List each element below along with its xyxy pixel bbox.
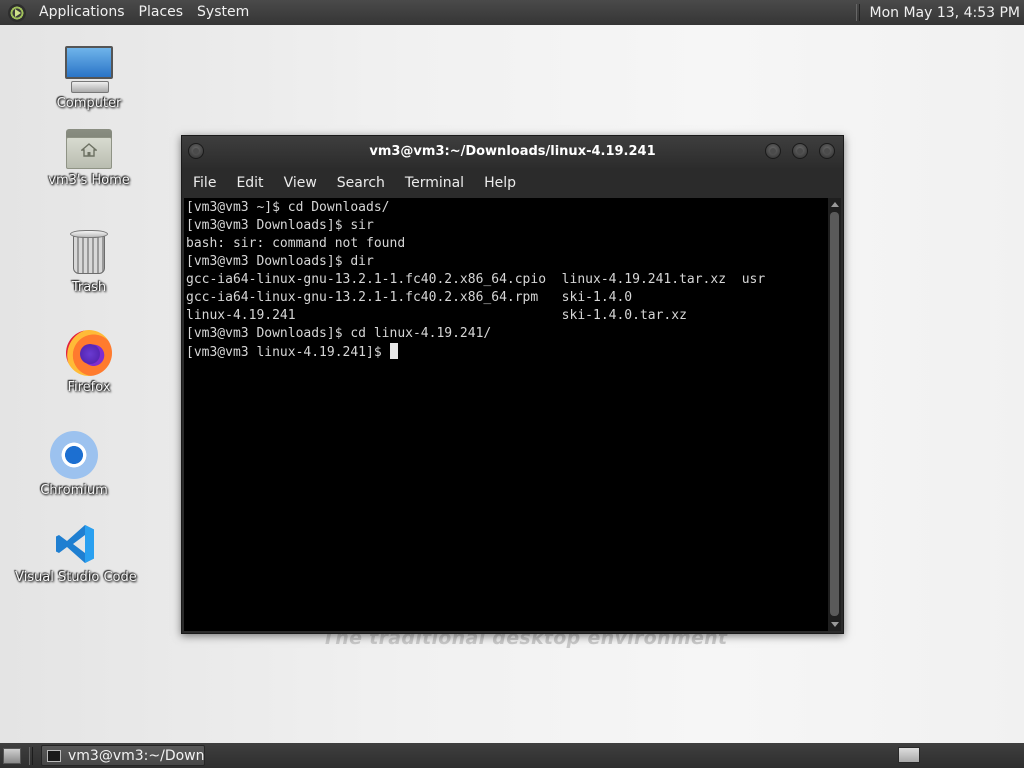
desktop-icon-label: Visual Studio Code [15, 570, 137, 585]
home-folder-icon [66, 129, 112, 169]
desktop-icon-home[interactable]: vm3's Home [29, 129, 149, 188]
terminal-line: [vm3@vm3 Downloads]$ sir [186, 218, 374, 233]
top-panel: Applications Places System Mon May 13, 4… [0, 0, 1024, 25]
menu-terminal[interactable]: Terminal [395, 168, 474, 198]
desktop-icon-label: vm3's Home [48, 173, 130, 188]
desktop-icon-chromium[interactable]: Chromium [14, 431, 134, 498]
desktop-icon-firefox[interactable]: Firefox [29, 330, 149, 395]
taskbar-terminal-button[interactable]: vm3@vm3:~/Downl... [41, 745, 205, 766]
menu-view[interactable]: View [274, 168, 327, 198]
desktop-icon-label: Firefox [67, 380, 111, 395]
terminal-menubar: File Edit View Search Terminal Help [182, 168, 843, 198]
workspace-switcher[interactable] [898, 747, 920, 763]
terminal-prompt-line: [vm3@vm3 linux-4.19.241]$ [186, 343, 398, 361]
close-icon[interactable] [819, 143, 835, 159]
terminal-output[interactable]: [vm3@vm3 ~]$ cd Downloads/ [vm3@vm3 Down… [184, 198, 828, 631]
bottom-panel: vm3@vm3:~/Downl... [0, 743, 1024, 768]
menu-search[interactable]: Search [327, 168, 395, 198]
vscode-icon [53, 522, 97, 566]
panel-separator [29, 746, 33, 765]
terminal-window[interactable]: vm3@vm3:~/Downloads/linux-4.19.241 File … [181, 135, 844, 634]
menu-logo-icon[interactable] [8, 3, 26, 22]
terminal-icon [47, 749, 61, 762]
terminal-line: bash: sir: command not found [186, 236, 406, 251]
show-desktop-icon[interactable] [3, 747, 21, 764]
terminal-line: linux-4.19.241 ski-1.4.0.tar.xz [186, 308, 687, 323]
terminal-line: gcc-ia64-linux-gnu-13.2.1-1.fc40.2.x86_6… [186, 290, 633, 305]
desktop-icon-label: Trash [71, 280, 107, 295]
taskbar-button-label: vm3@vm3:~/Downl... [68, 747, 205, 764]
menu-edit[interactable]: Edit [226, 168, 273, 198]
text-cursor [389, 343, 398, 359]
scrollbar[interactable] [828, 198, 841, 631]
window-title: vm3@vm3:~/Downloads/linux-4.19.241 [369, 144, 656, 159]
desktop-icon-vscode[interactable]: Visual Studio Code [15, 522, 137, 585]
minimize-icon[interactable] [765, 143, 781, 159]
scroll-up-icon[interactable] [831, 202, 839, 207]
chromium-icon [50, 431, 98, 479]
desktop-icon-label: Computer [56, 96, 122, 111]
terminal-prompt: [vm3@vm3 linux-4.19.241]$ [186, 345, 390, 360]
desktop-icon-trash[interactable]: Trash [29, 230, 149, 295]
firefox-icon [66, 330, 112, 376]
terminal-line: [vm3@vm3 Downloads]$ cd linux-4.19.241/ [186, 326, 492, 341]
scroll-thumb[interactable] [830, 212, 839, 616]
places-menu[interactable]: Places [132, 0, 191, 25]
menu-file[interactable]: File [182, 168, 226, 198]
terminal-line: gcc-ia64-linux-gnu-13.2.1-1.fc40.2.x86_6… [186, 272, 766, 287]
computer-icon [65, 46, 113, 93]
system-menu[interactable]: System [190, 0, 256, 25]
terminal-line: [vm3@vm3 ~]$ cd Downloads/ [186, 200, 390, 215]
scroll-down-icon[interactable] [831, 622, 839, 627]
window-menu-icon[interactable] [188, 143, 204, 159]
terminal-line: [vm3@vm3 Downloads]$ dir [186, 254, 374, 269]
trash-icon [70, 230, 108, 276]
title-bar[interactable]: vm3@vm3:~/Downloads/linux-4.19.241 [182, 136, 843, 168]
desktop-icon-computer[interactable]: Computer [29, 46, 149, 111]
clock[interactable]: Mon May 13, 4:53 PM [870, 5, 1021, 21]
desktop-icon-label: Chromium [40, 483, 108, 498]
panel-separator [855, 4, 860, 21]
applications-menu[interactable]: Applications [32, 0, 132, 25]
maximize-icon[interactable] [792, 143, 808, 159]
menu-help[interactable]: Help [474, 168, 526, 198]
